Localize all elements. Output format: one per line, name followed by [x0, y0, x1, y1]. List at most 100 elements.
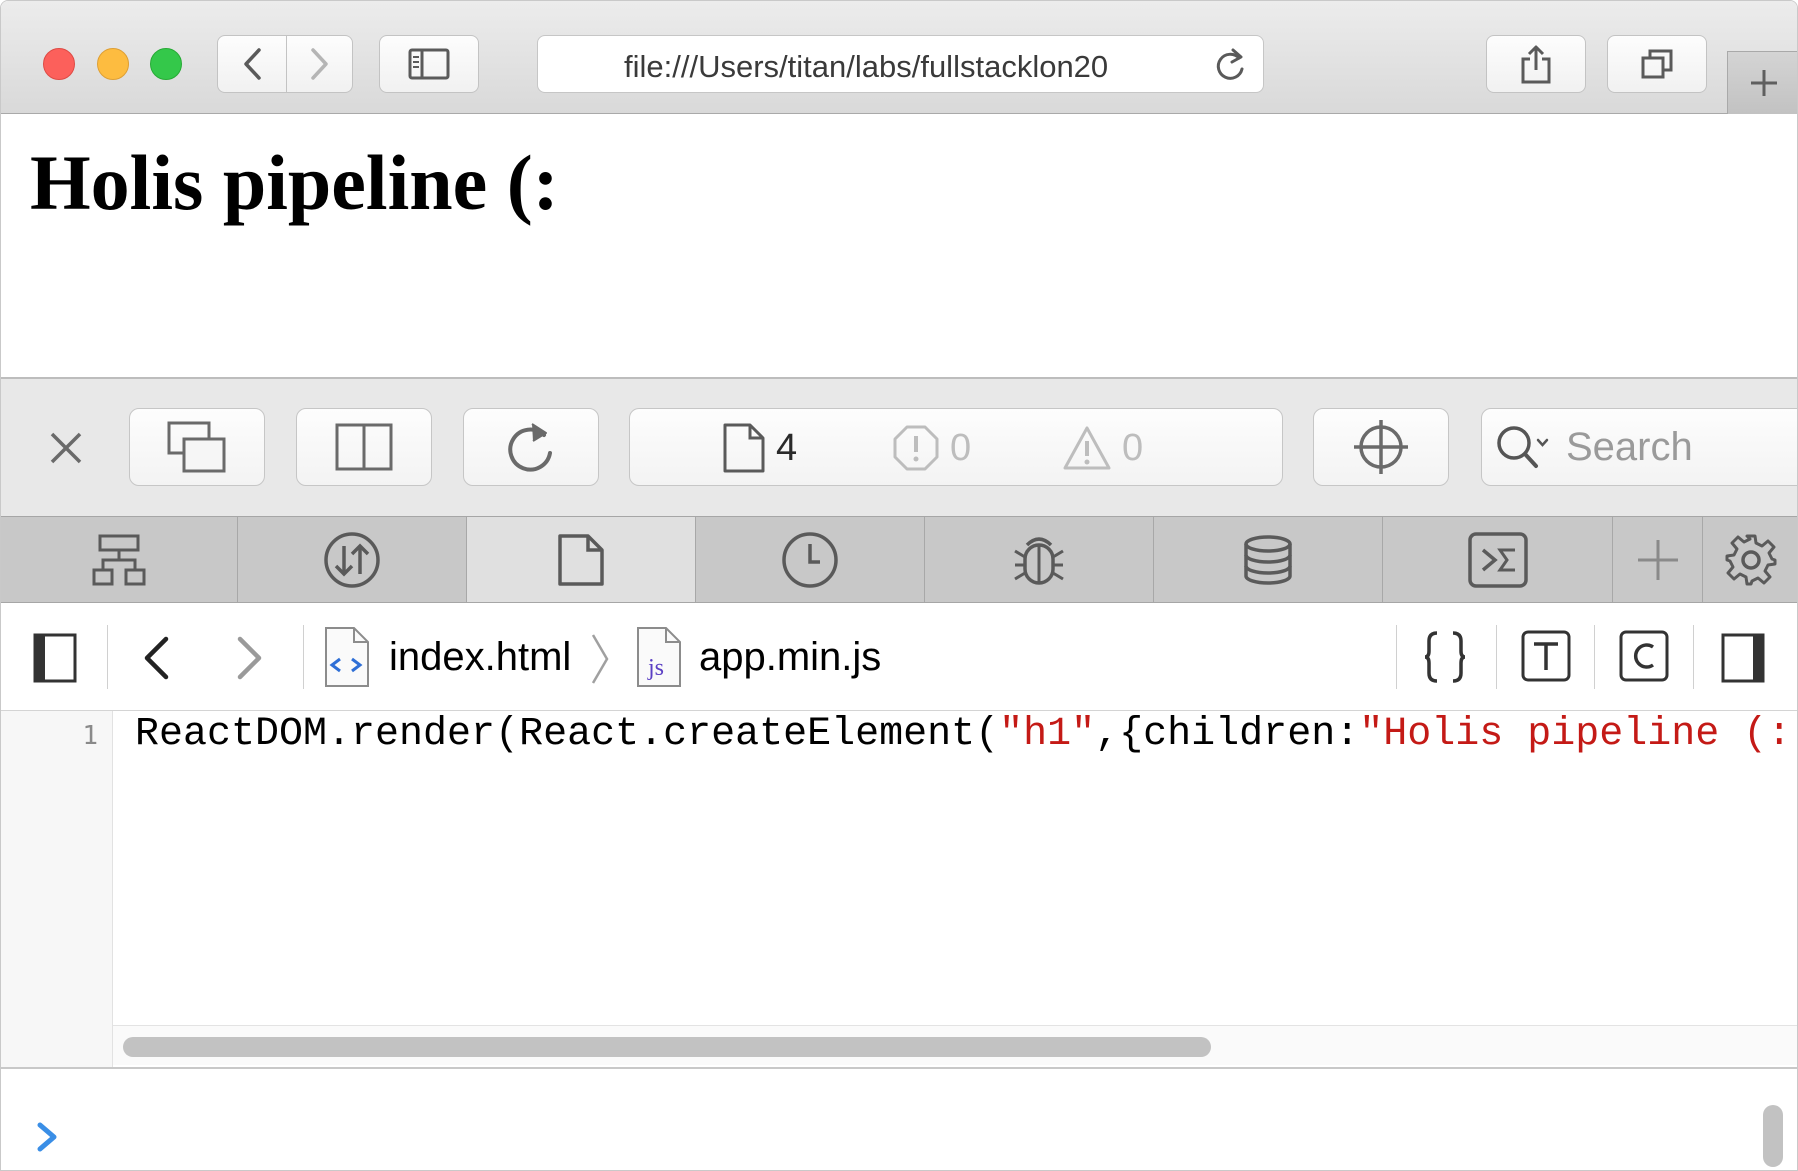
breadcrumb-item-html[interactable] [323, 625, 371, 689]
minimize-window-button[interactable] [97, 48, 129, 80]
inspector-settings-button[interactable] [1703, 517, 1797, 602]
plus-icon [1637, 539, 1678, 580]
search-placeholder: Search [1566, 424, 1693, 469]
close-window-button[interactable] [43, 48, 75, 80]
breadcrumb-separator-icon [589, 631, 611, 687]
forward-button[interactable] [287, 35, 353, 93]
inspect-element-button[interactable] [1313, 408, 1449, 486]
warning-icon [1063, 426, 1111, 470]
sidebar-right-icon [1721, 633, 1765, 683]
zoom-window-button[interactable] [150, 48, 182, 80]
share-button[interactable] [1486, 35, 1586, 93]
divider [107, 625, 108, 689]
horizontal-scrollbar[interactable] [113, 1025, 1797, 1065]
sidebar-left-icon [33, 633, 77, 683]
js-file-icon: js [637, 627, 681, 687]
breadcrumb-item-js[interactable]: js [635, 625, 683, 689]
resource-navigation-bar: index.html js app.min.js [1, 603, 1797, 711]
tab-console[interactable] [1383, 517, 1613, 602]
title-bar: file:///Users/titan/labs/fullstacklon20 [1, 1, 1797, 114]
dom-tree-icon [92, 534, 146, 585]
pretty-print-button[interactable] [1423, 630, 1467, 684]
divider [1693, 625, 1694, 689]
chevron-left-icon [144, 636, 169, 680]
bug-icon [1014, 536, 1064, 585]
reload-icon [508, 423, 552, 472]
tab-storage[interactable] [1154, 517, 1383, 602]
code-token: ReactDOM.render(React.createElement( [135, 712, 1000, 757]
divider [1496, 625, 1497, 689]
search-icon [1494, 422, 1552, 472]
new-tab-button[interactable] [1727, 51, 1797, 114]
horizontal-scrollbar-thumb[interactable] [123, 1037, 1211, 1057]
document-icon [723, 423, 765, 473]
resource-count[interactable]: 4 [722, 409, 797, 487]
page-heading: Holis pipeline (: [30, 139, 559, 226]
url-text[interactable]: file:///Users/titan/labs/fullstacklon20 [624, 49, 1221, 85]
forward-navigation-button[interactable] [233, 635, 267, 681]
console-prompt-icon [35, 1121, 59, 1158]
back-navigation-button[interactable] [139, 635, 173, 681]
error-count-value: 0 [950, 426, 972, 469]
undock-inspector-button[interactable] [129, 408, 265, 486]
breadcrumb-label[interactable]: index.html [389, 635, 571, 680]
curly-braces-icon [1424, 631, 1466, 683]
code-line[interactable]: ReactDOM.render(React.createElement("h1"… [135, 711, 1791, 759]
toggle-details-sidebar-button[interactable] [1721, 633, 1765, 683]
web-page-content: Holis pipeline (: [1, 114, 1797, 377]
coverage-icon [1619, 630, 1669, 682]
dock-side-button[interactable] [296, 408, 432, 486]
type-icon [1521, 630, 1571, 682]
type-information-button[interactable] [1521, 630, 1571, 682]
add-tab-button[interactable] [1613, 517, 1703, 602]
quick-console[interactable] [1, 1067, 1797, 1170]
warning-count[interactable]: 0 [1062, 409, 1143, 487]
code-string-token: "Holis pipeline (: [1359, 712, 1792, 757]
resource-count-value: 4 [776, 426, 798, 469]
tab-debugger[interactable] [925, 517, 1154, 602]
warning-count-value: 0 [1122, 426, 1144, 469]
error-icon [893, 425, 939, 471]
toggle-navigation-sidebar-button[interactable] [33, 633, 77, 683]
divider [1396, 625, 1397, 689]
network-icon [324, 531, 380, 588]
browser-window: file:///Users/titan/labs/fullstacklon20 … [0, 0, 1798, 1171]
inspector-tab-bar [1, 516, 1797, 603]
chevron-left-icon [244, 48, 261, 80]
split-view-icon [335, 423, 393, 471]
sidebar-icon [408, 48, 450, 80]
reload-page-button[interactable] [463, 408, 599, 486]
close-inspector-icon[interactable] [49, 431, 83, 470]
undock-icon [167, 421, 226, 473]
code-token: ,{children: [1095, 712, 1360, 757]
tab-overview-button[interactable] [1607, 35, 1707, 93]
back-button[interactable] [217, 35, 287, 93]
share-icon [1521, 45, 1551, 84]
html-file-icon [325, 627, 369, 687]
inspector-search-field[interactable]: Search [1481, 408, 1797, 486]
code-string-token: "h1" [999, 712, 1096, 757]
error-count[interactable]: 0 [892, 409, 971, 487]
tab-network[interactable] [238, 517, 467, 602]
divider [303, 625, 304, 689]
tab-timelines[interactable] [696, 517, 925, 602]
address-bar[interactable]: file:///Users/titan/labs/fullstacklon20 [537, 35, 1264, 93]
line-number-gutter: 1 [1, 711, 113, 1067]
tab-overview-icon [1641, 49, 1673, 79]
clock-icon [782, 531, 838, 588]
vertical-scrollbar-thumb[interactable] [1763, 1105, 1783, 1167]
document-icon [558, 533, 604, 586]
svg-text:js: js [647, 655, 664, 681]
code-coverage-button[interactable] [1619, 630, 1669, 682]
tab-elements[interactable] [1, 517, 238, 602]
line-number: 1 [82, 721, 98, 751]
source-code-editor[interactable]: 1 ReactDOM.render(React.createElement("h… [1, 711, 1797, 1067]
sidebar-toggle-button[interactable] [379, 35, 479, 93]
chevron-right-icon [310, 48, 328, 80]
activity-summary[interactable]: 4 0 0 [629, 408, 1283, 486]
tab-resources[interactable] [467, 517, 696, 602]
database-icon [1244, 534, 1292, 585]
reload-icon[interactable] [1213, 47, 1247, 88]
breadcrumb-label[interactable]: app.min.js [699, 635, 881, 680]
crosshair-icon [1354, 420, 1408, 474]
